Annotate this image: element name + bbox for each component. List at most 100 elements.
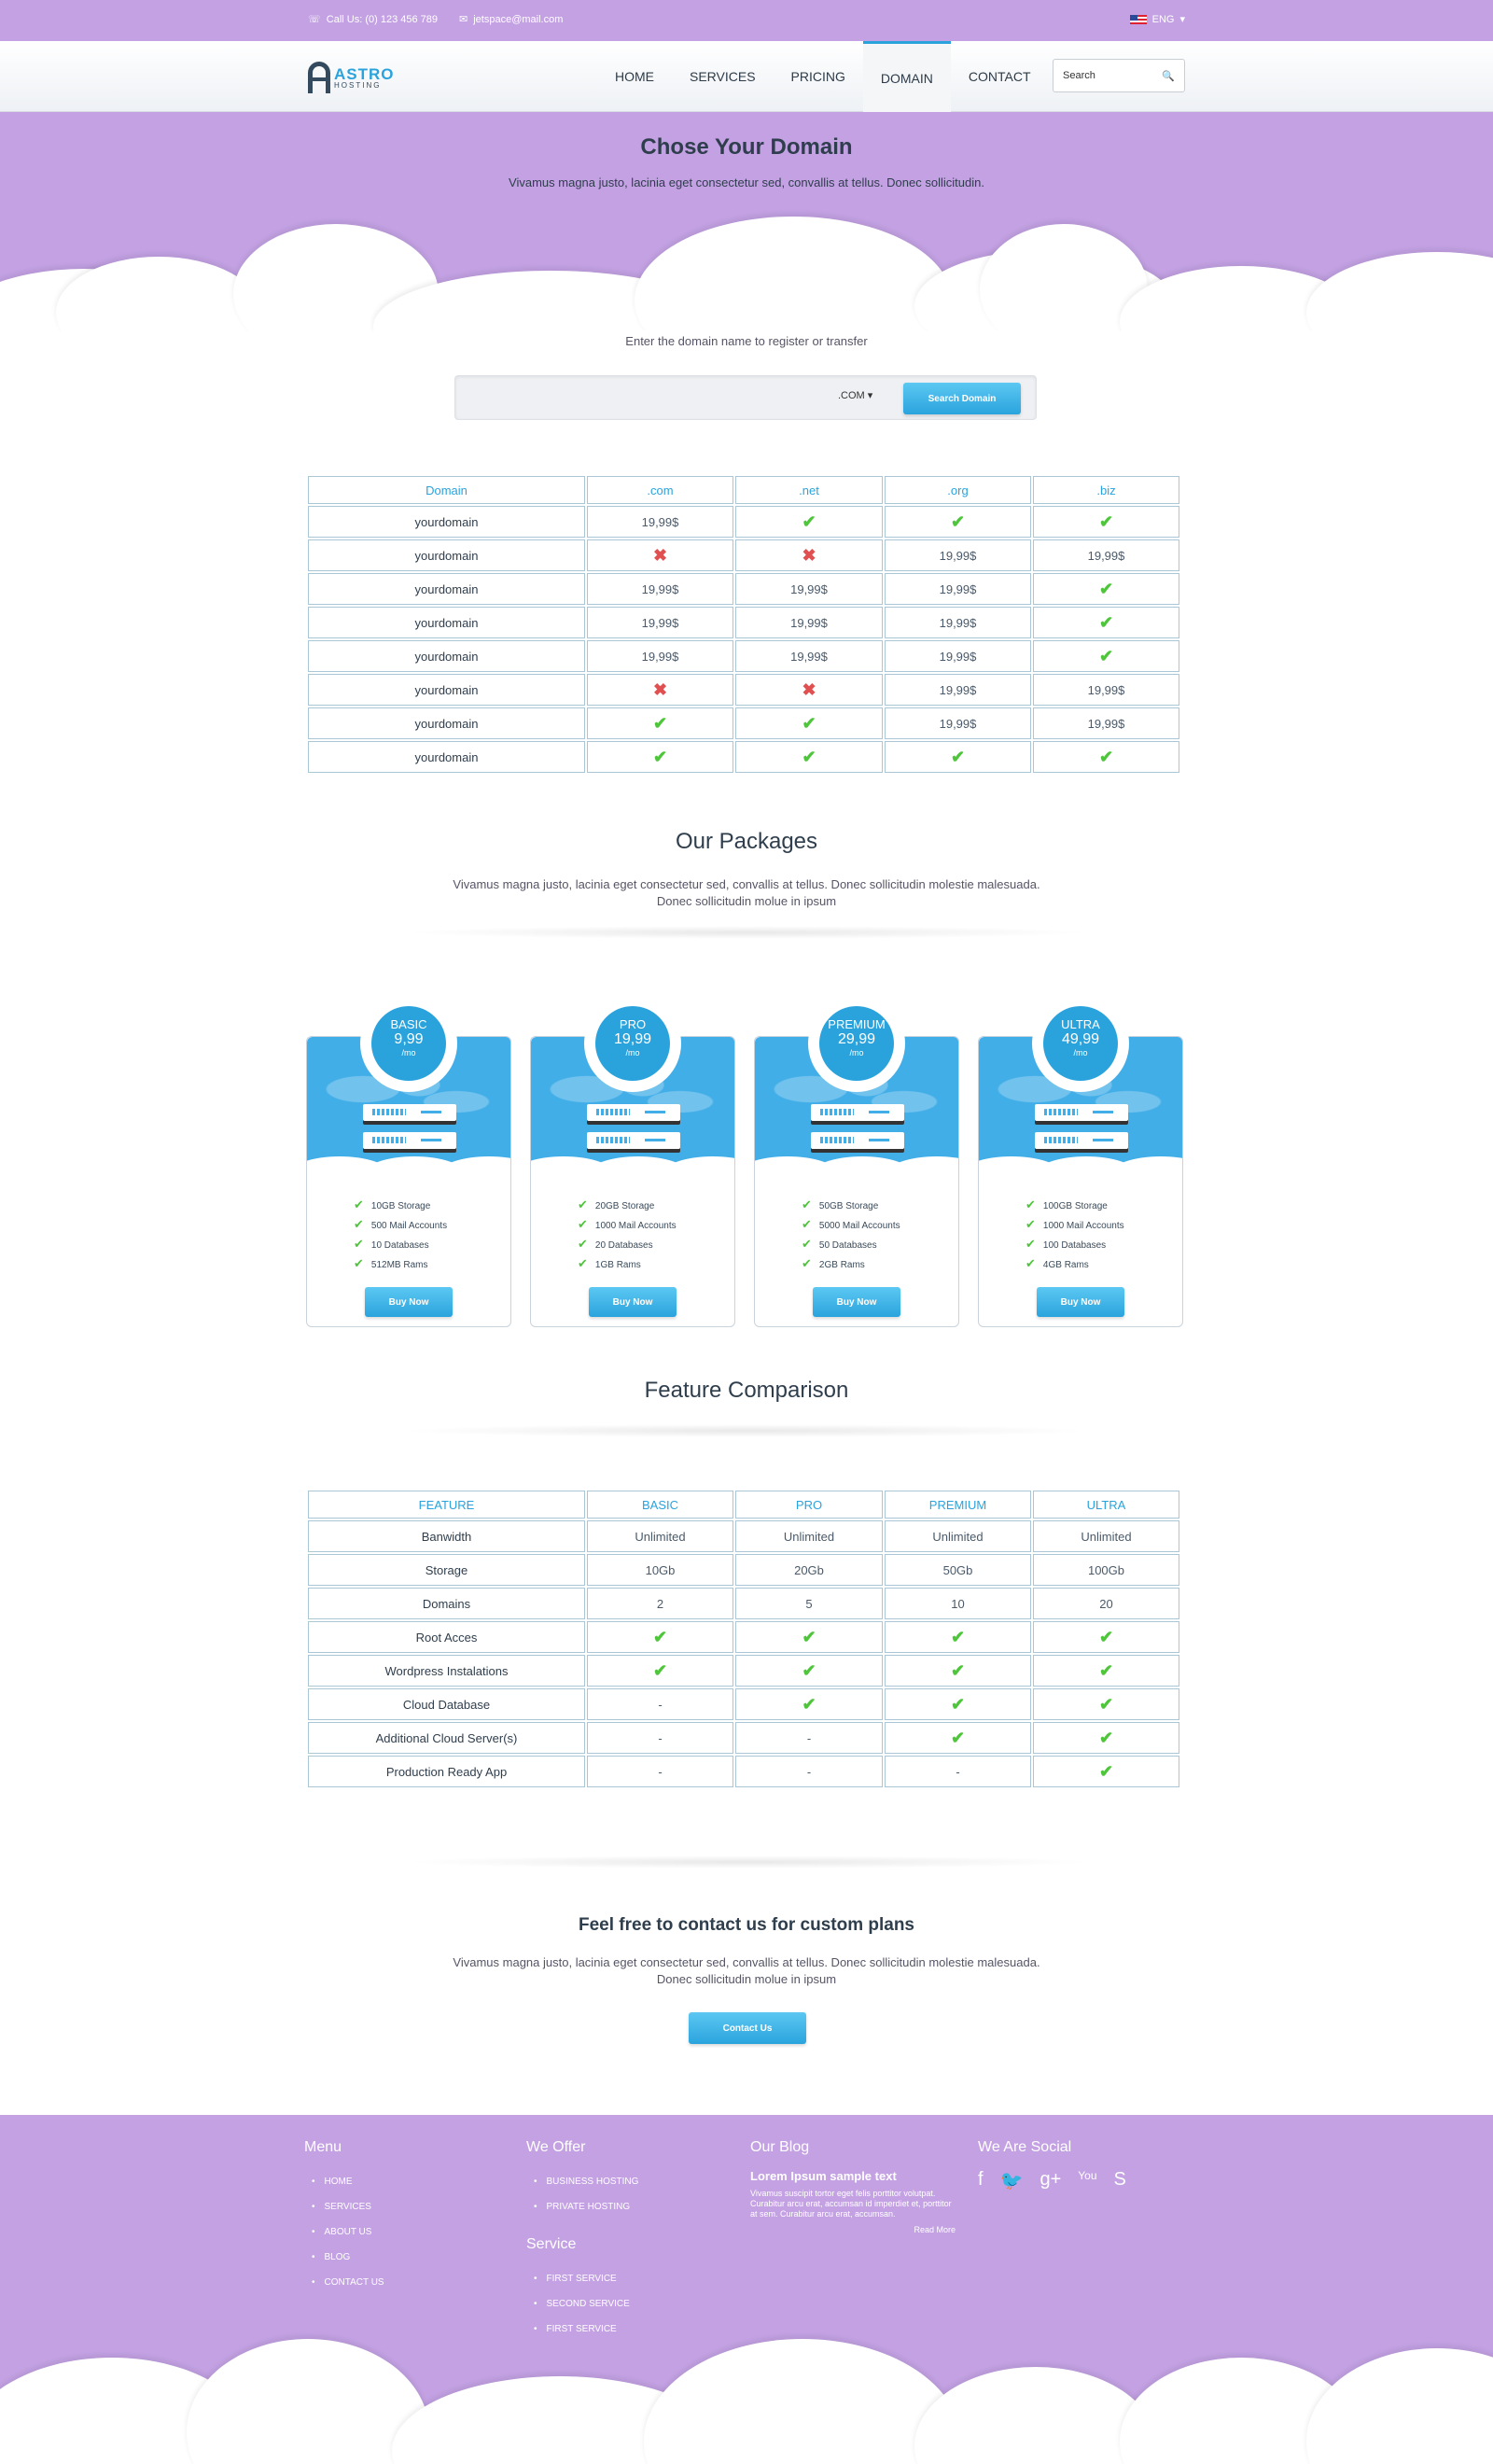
value-cell: 19,99$ — [587, 573, 733, 605]
divider — [401, 1424, 1092, 1437]
buy-now-button[interactable]: Buy Now — [1037, 1287, 1124, 1317]
row-label-cell: Storage — [308, 1554, 585, 1586]
value-cell: - — [587, 1722, 733, 1754]
footer-offer: We Offer BUSINESS HOSTING PRIVATE HOSTIN… — [526, 2139, 638, 2342]
check-icon: ✔ — [802, 1694, 816, 1714]
table-header: ULTRA — [1033, 1491, 1179, 1519]
footer-link-services[interactable]: SERVICES — [312, 2194, 384, 2219]
feature-item: 10 Databases — [354, 1235, 447, 1254]
cross-icon: ✖ — [802, 679, 816, 699]
logo[interactable]: ASTRO HOSTING — [308, 62, 395, 93]
feature-item: 1000 Mail Accounts — [1026, 1215, 1124, 1235]
footer-link-business-hosting[interactable]: BUSINESS HOSTING — [534, 2169, 639, 2194]
domain-row: yourdomain ✖ ✖ 19,99$ 19,99$ — [308, 674, 1179, 706]
value-cell: ✔ — [1033, 640, 1179, 672]
nav-home[interactable]: HOME — [597, 41, 672, 112]
footer-link-service[interactable]: SECOND SERVICE — [534, 2291, 638, 2317]
cloud-shape — [1306, 252, 1493, 331]
buy-now-button[interactable]: Buy Now — [365, 1287, 453, 1317]
footer-link-blog[interactable]: BLOG — [312, 2245, 384, 2270]
footer-link-home[interactable]: HOME — [312, 2169, 384, 2194]
twitter-icon[interactable]: 🐦 — [1000, 2169, 1024, 2192]
feature-item: 10GB Storage — [354, 1196, 447, 1215]
plan-name: BASIC — [390, 1017, 427, 1031]
google-plus-icon[interactable]: g+ — [1040, 2169, 1061, 2192]
email-info[interactable]: ✉ jetspace@mail.com — [459, 13, 563, 26]
value-cell: ✔ — [1033, 1722, 1179, 1754]
footer-link-service[interactable]: FIRST SERVICE — [534, 2266, 638, 2291]
feature-row: Banwidth Unlimited Unlimited Unlimited Unlim… — [308, 1520, 1179, 1552]
feature-item: 2GB Rams — [802, 1254, 900, 1274]
nav-domain[interactable]: DOMAIN — [862, 41, 951, 112]
domain-row: yourdomain ✔ ✔ 19,99$ 19,99$ — [308, 707, 1179, 739]
check-icon: ✔ — [1098, 1660, 1114, 1680]
contact-us-button[interactable]: Contact Us — [689, 2012, 806, 2044]
footer-blog: Our Blog Lorem Ipsum sample text Vivamus… — [750, 2139, 956, 2234]
value-cell: 19,99$ — [885, 573, 1031, 605]
nav-contact[interactable]: CONTACT — [951, 41, 1049, 112]
nav-services[interactable]: SERVICES — [672, 41, 774, 112]
value-cell: ✖ — [587, 674, 733, 706]
search-input[interactable]: Search 🔍 — [1053, 59, 1185, 92]
feature-row: Root Acces ✔ ✔ ✔ ✔ — [308, 1621, 1179, 1653]
price-badge: PRO 19,99/mo — [584, 995, 681, 1092]
check-icon: ✔ — [802, 713, 816, 733]
value-cell: 19,99$ — [735, 573, 883, 605]
blog-post-title[interactable]: Lorem Ipsum sample text — [750, 2169, 956, 2183]
table-header: .net — [735, 476, 883, 504]
value-cell: ✔ — [885, 741, 1031, 773]
server-icon — [363, 1104, 456, 1121]
feature-row: Storage 10Gb 20Gb 50Gb 100Gb — [308, 1554, 1179, 1586]
check-icon: ✔ — [802, 747, 816, 766]
value-cell: ✔ — [735, 506, 883, 538]
search-icon[interactable]: 🔍 — [1162, 70, 1175, 82]
value-cell: ✔ — [735, 741, 883, 773]
read-more-link[interactable]: Read More — [750, 2225, 956, 2234]
footer-link-contact[interactable]: CONTACT US — [312, 2270, 384, 2295]
server-icon — [811, 1104, 904, 1121]
value-cell: 10 — [885, 1588, 1031, 1619]
nav-pricing[interactable]: PRICING — [774, 41, 863, 112]
contact-title: Feel free to contact us for custom plans — [578, 1915, 915, 1935]
footer-link-about[interactable]: ABOUT US — [312, 2219, 384, 2245]
check-icon: ✔ — [950, 1728, 966, 1747]
value-cell: 20Gb — [735, 1554, 883, 1586]
search-domain-button[interactable]: Search Domain — [903, 383, 1021, 414]
top-bar: ☏ Call Us: (0) 123 456 789 ✉ jetspace@ma… — [0, 0, 1493, 41]
page: ☏ Call Us: (0) 123 456 789 ✉ jetspace@ma… — [0, 0, 1493, 2464]
footer-menu: Menu HOME SERVICES ABOUT US BLOG CONTACT… — [304, 2139, 384, 2295]
buy-now-button[interactable]: Buy Now — [589, 1287, 677, 1317]
footer-service-title: Service — [526, 2236, 577, 2252]
youtube-icon[interactable]: You — [1078, 2169, 1096, 2192]
packages-subtitle-2: Donec sollicitudin molue in ipsum — [656, 894, 837, 908]
value-cell: 19,99$ — [735, 640, 883, 672]
cross-icon: ✖ — [652, 679, 668, 699]
plan-price: 49,99 — [1061, 1031, 1100, 1047]
domain-row: yourdomain 19,99$ ✔ ✔ ✔ — [308, 506, 1179, 538]
value-cell: ✔ — [735, 707, 883, 739]
feature-list: 20GB Storage1000 Mail Accounts20 Databas… — [578, 1196, 677, 1274]
plan-price: 9,99 — [394, 1031, 424, 1047]
value-cell: 19,99$ — [885, 607, 1031, 638]
domain-row: yourdomain 19,99$ 19,99$ 19,99$ ✔ — [308, 607, 1179, 638]
us-flag-icon — [1129, 14, 1147, 24]
skype-icon[interactable]: S — [1114, 2169, 1126, 2192]
buy-now-button[interactable]: Buy Now — [813, 1287, 900, 1317]
feature-item: 4GB Rams — [1026, 1254, 1124, 1274]
logo-icon — [308, 62, 330, 93]
footer-link-service[interactable]: FIRST SERVICE — [534, 2317, 638, 2342]
feature-item: 1000 Mail Accounts — [578, 1215, 677, 1235]
check-icon: ✔ — [950, 747, 966, 766]
cloud-shape — [635, 217, 952, 331]
tld-select[interactable]: .COM ▾ — [838, 389, 872, 401]
packages-title: Our Packages — [675, 829, 818, 854]
value-cell: 10Gb — [587, 1554, 733, 1586]
value-cell: 20 — [1033, 1588, 1179, 1619]
value-cell: 5 — [735, 1588, 883, 1619]
facebook-icon[interactable]: f — [978, 2169, 984, 2192]
footer-link-private-hosting[interactable]: PRIVATE HOSTING — [534, 2194, 638, 2219]
cloud-shape — [1109, 1156, 1182, 1175]
row-label-cell: Domains — [308, 1588, 585, 1619]
domain-search-input[interactable]: .COM ▾ Search Domain — [454, 375, 1037, 420]
language-selector[interactable]: ENG ▾ — [1129, 13, 1185, 25]
